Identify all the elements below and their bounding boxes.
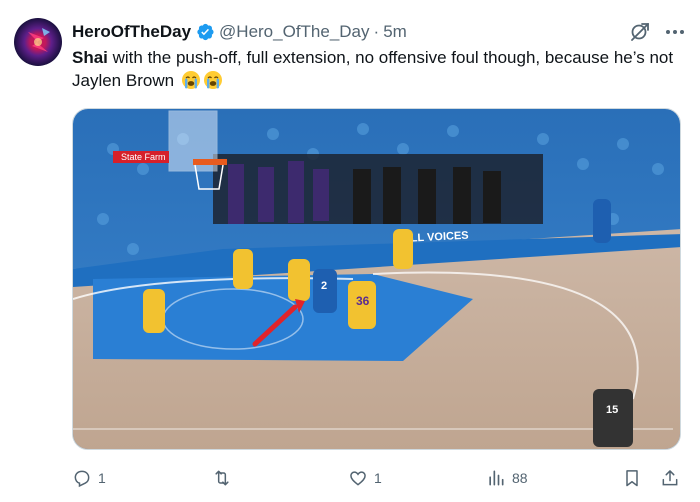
tweet-media[interactable]: State Farm ALL VOICES 36 2 15 bbox=[72, 108, 681, 450]
display-name[interactable]: HeroOfTheDay bbox=[72, 22, 191, 42]
like-icon bbox=[350, 471, 366, 486]
views-icon bbox=[489, 470, 504, 486]
tweet-text-bold[interactable]: Shai bbox=[72, 48, 108, 67]
avatar-image bbox=[28, 28, 50, 52]
jersey-number-2: 2 bbox=[321, 280, 327, 292]
bookmark-icon bbox=[626, 470, 638, 487]
more-button[interactable] bbox=[662, 20, 688, 44]
bookmark-button[interactable] bbox=[622, 466, 642, 490]
loudly-crying-face-icon bbox=[181, 71, 200, 89]
tweet: HeroOfTheDay @Hero_OfThe_Day · 5m Shai w… bbox=[0, 0, 700, 502]
timestamp[interactable]: 5m bbox=[383, 22, 407, 42]
like-count: 1 bbox=[374, 470, 382, 486]
retweet-button[interactable] bbox=[212, 466, 238, 490]
handle[interactable]: @Hero_OfThe_Day bbox=[219, 22, 370, 42]
share-icon bbox=[662, 470, 678, 486]
jersey-number-36: 36 bbox=[356, 294, 370, 308]
grok-button[interactable] bbox=[628, 20, 652, 44]
jersey-number-15: 15 bbox=[606, 404, 618, 416]
reply-icon bbox=[74, 470, 90, 488]
reply-button[interactable]: 1 bbox=[72, 466, 106, 490]
reply-count: 1 bbox=[98, 470, 106, 486]
retweet-icon bbox=[215, 470, 229, 486]
views-button[interactable]: 88 bbox=[486, 466, 528, 490]
separator-dot: · bbox=[373, 22, 380, 41]
tweet-text-body: with the push-off, full extension, no of… bbox=[72, 48, 674, 90]
basketball-photo: State Farm ALL VOICES 36 2 15 bbox=[73, 109, 680, 449]
like-button[interactable]: 1 bbox=[348, 466, 382, 490]
action-bar: 1 1 88 bbox=[72, 466, 684, 490]
tweet-text: Shai with the push-off, full extension, … bbox=[72, 46, 684, 92]
loudly-crying-face-icon bbox=[203, 71, 222, 89]
share-button[interactable] bbox=[660, 466, 680, 490]
verified-badge-icon bbox=[197, 23, 214, 41]
tweet-header: HeroOfTheDay @Hero_OfThe_Day · 5m bbox=[72, 20, 407, 44]
more-icon bbox=[666, 30, 670, 34]
avatar[interactable] bbox=[14, 18, 62, 66]
views-count: 88 bbox=[512, 470, 528, 486]
tables-banner-text: State Farm bbox=[121, 152, 166, 162]
grok-icon bbox=[631, 23, 649, 41]
